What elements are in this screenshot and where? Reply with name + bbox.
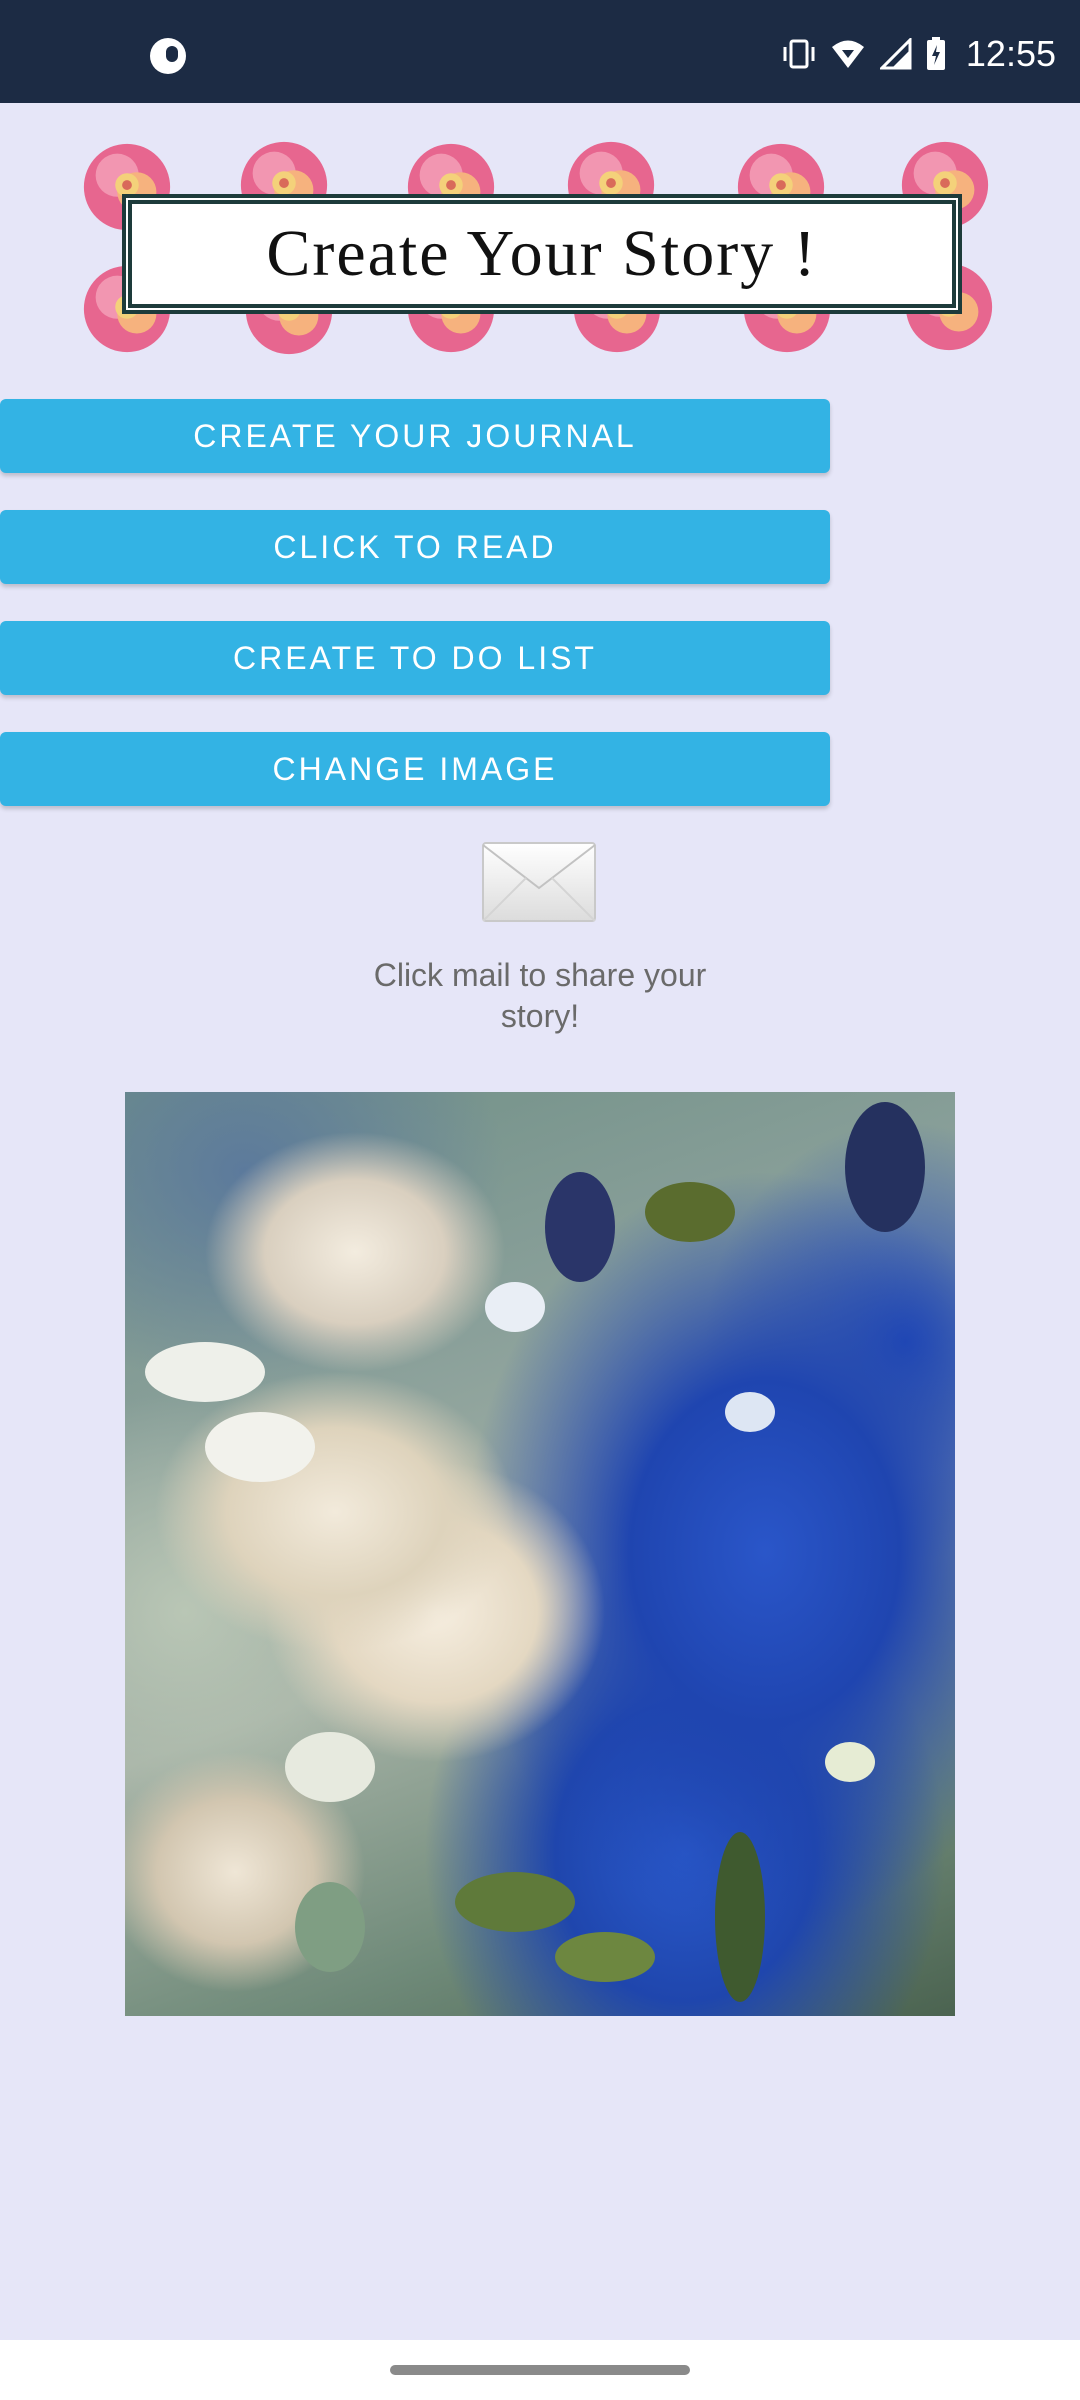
- status-icons: 12:55: [782, 28, 1056, 80]
- header-banner: Create Your Story !: [70, 130, 1010, 365]
- wifi-icon: [831, 40, 864, 68]
- flower-bouquet-image: [125, 1092, 955, 2016]
- title-box: Create Your Story !: [128, 200, 956, 308]
- share-instruction-text: Click mail to share your story!: [373, 957, 707, 1034]
- create-journal-button[interactable]: CREATE YOUR JOURNAL: [0, 399, 830, 473]
- clock: 12:55: [965, 33, 1056, 74]
- change-image-button[interactable]: CHANGE IMAGE: [0, 732, 830, 806]
- battery-icon: [926, 37, 945, 70]
- app-notification-icon: [150, 38, 186, 74]
- signal-icon: [879, 38, 912, 70]
- click-to-read-button[interactable]: CLICK TO READ: [0, 510, 830, 584]
- vibrate-icon: [783, 39, 815, 69]
- mail-envelope-icon[interactable]: [480, 840, 598, 924]
- page-title: Create Your Story !: [266, 217, 818, 290]
- create-todo-list-button[interactable]: CREATE TO DO LIST: [0, 621, 830, 695]
- home-gesture-handle[interactable]: [390, 2365, 690, 2375]
- status-bar: 12:55: [0, 0, 1080, 103]
